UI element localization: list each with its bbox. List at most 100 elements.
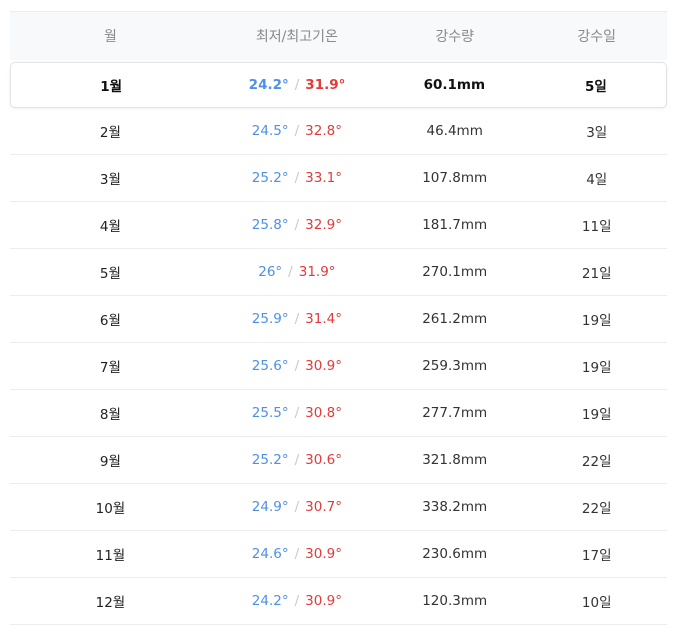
temp-separator: /	[294, 358, 300, 374]
month-cell: 9월	[99, 454, 121, 470]
low-temp: 24.6°	[251, 546, 289, 562]
high-temp: 31.4°	[305, 311, 342, 327]
rain-days-cell: 11일	[581, 219, 612, 235]
rain-days-cell: 3일	[586, 125, 608, 141]
temp-cell: 25.8° / 32.9°	[211, 217, 383, 233]
precip-cell: 261.2mm	[422, 311, 488, 327]
low-temp: 25.5°	[251, 405, 289, 421]
table-header: 월 최저/최고기온 강수량 강수일	[10, 11, 667, 60]
temp-cell: 24.6° / 30.9°	[211, 546, 383, 562]
rain-days-cell: 19일	[581, 313, 612, 329]
precip-cell: 107.8mm	[422, 170, 488, 186]
header-rain-days: 강수일	[577, 29, 617, 45]
temp-separator: /	[294, 217, 300, 233]
temp-cell: 25.6° / 30.9°	[211, 358, 383, 374]
low-temp: 25.2°	[251, 170, 289, 186]
low-temp: 25.9°	[251, 311, 289, 327]
precip-cell: 277.7mm	[422, 405, 488, 421]
header-precipitation: 강수량	[435, 29, 475, 45]
high-temp: 31.9°	[298, 264, 336, 280]
table-row: 6월 25.9° / 31.4° 261.2mm 19일	[10, 296, 667, 343]
high-temp: 30.7°	[305, 499, 342, 515]
low-temp: 26°	[258, 264, 283, 280]
low-temp: 24.2°	[248, 77, 289, 93]
high-temp: 31.9°	[305, 77, 346, 93]
month-cell: 5월	[99, 266, 121, 282]
low-temp: 24.9°	[251, 499, 289, 515]
rain-days-cell: 19일	[581, 360, 612, 376]
month-cell: 4월	[99, 219, 121, 235]
temp-cell: 24.2° / 31.9°	[211, 77, 383, 93]
low-temp: 25.6°	[251, 358, 289, 374]
high-temp: 30.8°	[305, 405, 342, 421]
low-temp: 24.5°	[251, 123, 289, 139]
temp-separator: /	[294, 311, 300, 327]
precip-cell: 230.6mm	[422, 546, 488, 562]
temp-cell: 26° / 31.9°	[211, 264, 383, 280]
high-temp: 33.1°	[305, 170, 342, 186]
high-temp: 30.9°	[305, 593, 342, 609]
table-row: 5월 26° / 31.9° 270.1mm 21일	[10, 249, 667, 296]
precip-cell: 60.1mm	[423, 77, 486, 93]
precip-cell: 46.4mm	[426, 123, 483, 139]
temp-separator: /	[294, 123, 300, 139]
header-temperature: 최저/최고기온	[255, 29, 338, 45]
precip-cell: 338.2mm	[422, 499, 488, 515]
high-temp: 32.8°	[305, 123, 342, 139]
temp-separator: /	[294, 170, 300, 186]
month-cell: 3월	[99, 172, 121, 188]
temp-separator: /	[294, 499, 300, 515]
precip-cell: 259.3mm	[422, 358, 488, 374]
rain-days-cell: 22일	[581, 501, 612, 517]
temp-cell: 25.2° / 30.6°	[211, 452, 383, 468]
table-row: 12월 24.2° / 30.9° 120.3mm 10일	[10, 578, 667, 625]
high-temp: 32.9°	[305, 217, 342, 233]
table-row: 2월 24.5° / 32.8° 46.4mm 3일	[10, 108, 667, 155]
month-cell: 7월	[99, 360, 121, 376]
rain-days-cell: 21일	[581, 266, 612, 282]
temp-separator: /	[294, 77, 300, 93]
rain-days-cell: 22일	[581, 454, 612, 470]
precip-cell: 181.7mm	[422, 217, 488, 233]
header-month: 월	[103, 29, 117, 45]
monthly-climate-table: 월 최저/최고기온 강수량 강수일 1월 24.2° / 31.9° 60.1mm …	[10, 11, 667, 625]
month-cell: 6월	[99, 313, 121, 329]
month-cell: 10월	[95, 501, 126, 517]
temp-cell: 24.5° / 32.8°	[211, 123, 383, 139]
rain-days-cell: 5일	[585, 79, 607, 95]
month-cell: 8월	[99, 407, 121, 423]
temp-cell: 25.9° / 31.4°	[211, 311, 383, 327]
table-row: 11월 24.6° / 30.9° 230.6mm 17일	[10, 531, 667, 578]
table-row-current-month: 1월 24.2° / 31.9° 60.1mm 5일	[10, 62, 667, 108]
precip-cell: 120.3mm	[422, 593, 488, 609]
high-temp: 30.6°	[305, 452, 342, 468]
high-temp: 30.9°	[305, 546, 342, 562]
rain-days-cell: 10일	[581, 595, 612, 611]
temp-separator: /	[294, 452, 300, 468]
low-temp: 24.2°	[251, 593, 289, 609]
month-cell: 1월	[100, 79, 123, 95]
temp-separator: /	[294, 593, 300, 609]
temp-cell: 25.2° / 33.1°	[211, 170, 383, 186]
temp-separator: /	[294, 405, 300, 421]
low-temp: 25.2°	[251, 452, 289, 468]
low-temp: 25.8°	[251, 217, 289, 233]
month-cell: 12월	[95, 595, 126, 611]
high-temp: 30.9°	[305, 358, 342, 374]
table-row: 4월 25.8° / 32.9° 181.7mm 11일	[10, 202, 667, 249]
precip-cell: 270.1mm	[422, 264, 488, 280]
table-row: 7월 25.6° / 30.9° 259.3mm 19일	[10, 343, 667, 390]
table-row: 9월 25.2° / 30.6° 321.8mm 22일	[10, 437, 667, 484]
table-row: 3월 25.2° / 33.1° 107.8mm 4일	[10, 155, 667, 202]
temp-separator: /	[288, 264, 293, 280]
temp-cell: 25.5° / 30.8°	[211, 405, 383, 421]
month-cell: 2월	[99, 125, 121, 141]
temp-separator: /	[294, 546, 300, 562]
month-cell: 11월	[95, 548, 126, 564]
precip-cell: 321.8mm	[422, 452, 488, 468]
rain-days-cell: 19일	[581, 407, 612, 423]
temp-cell: 24.9° / 30.7°	[211, 499, 383, 515]
rain-days-cell: 4일	[586, 172, 608, 188]
table-row: 8월 25.5° / 30.8° 277.7mm 19일	[10, 390, 667, 437]
temp-cell: 24.2° / 30.9°	[211, 593, 383, 609]
